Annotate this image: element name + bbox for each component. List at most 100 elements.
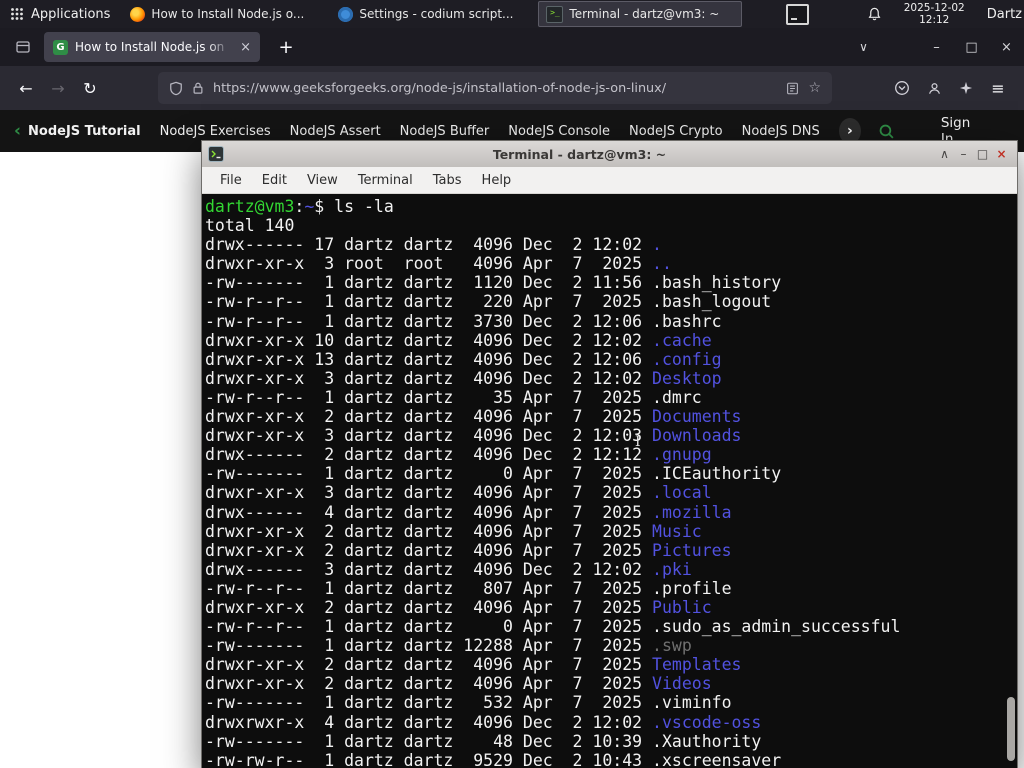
- panel-right: 2025-12-02 12:12 Dartz: [867, 2, 1024, 27]
- terminal-maximize-button[interactable]: □: [973, 141, 992, 167]
- url-bar[interactable]: https://www.geeksforgeeks.org/node-js/in…: [158, 72, 832, 104]
- task-label: How to Install Node.js o...: [151, 7, 305, 21]
- terminal-line: drwxr-xr-x 2 dartz dartz 4096 Apr 7 2025…: [205, 674, 712, 694]
- site-nav-item[interactable]: NodeJS Console: [508, 124, 610, 139]
- terminal-line: drwxr-xr-x 13 dartz dartz 4096 Dec 2 12:…: [205, 349, 722, 369]
- window-minimize-button[interactable]: –: [919, 40, 954, 55]
- terminal-line: drwxr-xr-x 2 dartz dartz 4096 Apr 7 2025…: [205, 540, 732, 560]
- terminal-line: drwxr-xr-x 10 dartz dartz 4096 Dec 2 12:…: [205, 330, 712, 350]
- account-button[interactable]: [918, 72, 950, 104]
- taskbar: How to Install Node.js o... Settings - co…: [120, 0, 744, 28]
- terminal-line: -rw------- 1 dartz dartz 1120 Dec 2 11:5…: [205, 273, 782, 293]
- task-button-terminal[interactable]: >_ Terminal - dartz@vm3: ~: [538, 1, 743, 27]
- terminal-line: -rw-r--r-- 1 dartz dartz 0 Apr 7 2025 .s…: [205, 617, 901, 637]
- menu-file[interactable]: File: [210, 168, 252, 193]
- terminal-line: -rw------- 1 dartz dartz 0 Apr 7 2025 .I…: [205, 464, 782, 484]
- terminal-menu-bar: File Edit View Terminal Tabs Help: [202, 167, 1017, 194]
- url-text[interactable]: https://www.geeksforgeeks.org/node-js/in…: [213, 81, 777, 96]
- site-nav-items: NodeJS Tutorial NodeJS Exercises NodeJS As…: [28, 124, 839, 139]
- back-button[interactable]: ←: [10, 72, 42, 104]
- reader-view-icon[interactable]: [786, 82, 799, 95]
- tab-list-dropdown-icon[interactable]: ∨: [846, 40, 881, 54]
- firefox-tab-bar: G How to Install Node.js on × + ∨ – □ ×: [0, 28, 1024, 66]
- window-close-button[interactable]: ×: [989, 40, 1024, 55]
- bookmark-star-icon[interactable]: ☆: [808, 80, 821, 96]
- mouse-cursor: I: [635, 434, 641, 450]
- site-nav-item[interactable]: NodeJS Crypto: [629, 124, 723, 139]
- applications-label: Applications: [31, 6, 111, 22]
- pocket-icon: [895, 81, 909, 95]
- firefox-view-icon: [16, 41, 30, 53]
- menu-button[interactable]: ≡: [982, 72, 1014, 104]
- firefox-icon: [130, 6, 146, 22]
- panel-clock[interactable]: 2025-12-02 12:12: [904, 2, 965, 27]
- terminal-title: Terminal - dartz@vm3: ~: [492, 146, 667, 162]
- terminal-title-bar[interactable]: Terminal - dartz@vm3: ~ ∧ – □ ×: [202, 141, 1017, 167]
- lock-icon[interactable]: [192, 81, 204, 95]
- terminal-line: drwxrwxr-x 4 dartz dartz 4096 Dec 2 12:0…: [205, 712, 762, 732]
- terminal-line: -rw-rw-r-- 1 dartz dartz 9529 Dec 2 10:4…: [205, 750, 782, 768]
- site-nav-item[interactable]: NodeJS DNS: [742, 124, 820, 139]
- firefox-view-button[interactable]: [8, 33, 38, 61]
- settings-icon: [338, 6, 354, 22]
- menu-view[interactable]: View: [297, 168, 348, 193]
- terminal-line: drwx------ 2 dartz dartz 4096 Dec 2 12:1…: [205, 445, 712, 465]
- panel-user-label: Dartz: [986, 6, 1022, 22]
- terminal-line: -rw-r--r-- 1 dartz dartz 807 Apr 7 2025 …: [205, 578, 732, 598]
- site-nav-item[interactable]: NodeJS Exercises: [160, 124, 271, 139]
- site-nav-item[interactable]: NodeJS Tutorial: [28, 124, 141, 139]
- terminal-line: drwxr-xr-x 2 dartz dartz 4096 Apr 7 2025…: [205, 597, 712, 617]
- terminal-close-button[interactable]: ×: [992, 141, 1011, 167]
- tray-terminal-icon[interactable]: [786, 3, 810, 25]
- terminal-line: drwxr-xr-x 3 root root 4096 Apr 7 2025 .…: [205, 254, 672, 274]
- terminal-line: -rw------- 1 dartz dartz 12288 Apr 7 202…: [205, 636, 692, 656]
- browser-tab[interactable]: G How to Install Node.js on ×: [44, 32, 260, 62]
- terminal-output: dartz@vm3:~$ ls -la total 140 drwx------ 1…: [205, 197, 1017, 768]
- nav-chevron-left-icon[interactable]: ‹: [14, 122, 21, 140]
- site-search-button[interactable]: [878, 123, 895, 140]
- terminal-line: drwxr-xr-x 2 dartz dartz 4096 Apr 7 2025…: [205, 407, 742, 427]
- clock-time: 12:12: [919, 14, 950, 26]
- new-tab-button[interactable]: +: [272, 37, 300, 58]
- terminal-icon: >_: [546, 5, 564, 23]
- window-maximize-button[interactable]: □: [954, 40, 989, 55]
- menu-help[interactable]: Help: [472, 168, 522, 193]
- terminal-line: -rw-r--r-- 1 dartz dartz 220 Apr 7 2025 …: [205, 292, 772, 312]
- terminal-line: drwxr-xr-x 3 dartz dartz 4096 Dec 2 12:0…: [205, 426, 742, 446]
- site-nav-item[interactable]: NodeJS Buffer: [400, 124, 490, 139]
- terminal-line: drwxr-xr-x 3 dartz dartz 4096 Apr 7 2025…: [205, 483, 712, 503]
- terminal-shade-button[interactable]: ∧: [935, 141, 954, 167]
- terminal-minimize-button[interactable]: –: [954, 141, 973, 167]
- toolbar-right-icons: ≡: [886, 72, 1014, 104]
- task-button-firefox[interactable]: How to Install Node.js o...: [122, 1, 326, 27]
- reload-button[interactable]: ↻: [74, 72, 106, 104]
- terminal-line: drwx------ 4 dartz dartz 4096 Apr 7 2025…: [205, 502, 732, 522]
- terminal-window: Terminal - dartz@vm3: ~ ∧ – □ × File Edit…: [201, 140, 1018, 768]
- extensions-button[interactable]: [950, 72, 982, 104]
- forward-button[interactable]: →: [42, 72, 74, 104]
- menu-terminal[interactable]: Terminal: [348, 168, 423, 193]
- menu-tabs[interactable]: Tabs: [423, 168, 472, 193]
- desktop-panel: Applications How to Install Node.js o...…: [0, 0, 1024, 28]
- terminal-line: drwx------ 3 dartz dartz 4096 Dec 2 12:0…: [205, 559, 692, 579]
- notification-bell-icon[interactable]: [867, 7, 882, 22]
- pocket-button[interactable]: [886, 72, 918, 104]
- applications-menu-button[interactable]: Applications: [0, 0, 120, 28]
- terminal-line: -rw------- 1 dartz dartz 48 Dec 2 10:39 …: [205, 731, 762, 751]
- task-label: Settings - codium script...: [359, 7, 514, 21]
- clock-date: 2025-12-02: [903, 1, 965, 14]
- task-button-settings[interactable]: Settings - codium script...: [330, 1, 534, 27]
- terminal-app-icon: [208, 146, 224, 162]
- task-label: Terminal - dartz@vm3: ~: [569, 7, 720, 21]
- tracking-shield-icon[interactable]: [169, 81, 183, 96]
- terminal-line: -rw-r--r-- 1 dartz dartz 3730 Dec 2 12:0…: [205, 311, 722, 331]
- terminal-body[interactable]: dartz@vm3:~$ ls -la total 140 drwx------ 1…: [202, 194, 1017, 768]
- terminal-line: drwxr-xr-x 3 dartz dartz 4096 Dec 2 12:0…: [205, 368, 722, 388]
- terminal-line: -rw-r--r-- 1 dartz dartz 35 Apr 7 2025 .…: [205, 387, 702, 407]
- menu-edit[interactable]: Edit: [252, 168, 297, 193]
- terminal-line: drwxr-xr-x 2 dartz dartz 4096 Apr 7 2025…: [205, 655, 742, 675]
- terminal-line: drwxr-xr-x 2 dartz dartz 4096 Apr 7 2025…: [205, 521, 702, 541]
- terminal-scrollbar[interactable]: [1007, 697, 1015, 761]
- site-nav-item[interactable]: NodeJS Assert: [290, 124, 381, 139]
- tab-close-icon[interactable]: ×: [238, 40, 251, 55]
